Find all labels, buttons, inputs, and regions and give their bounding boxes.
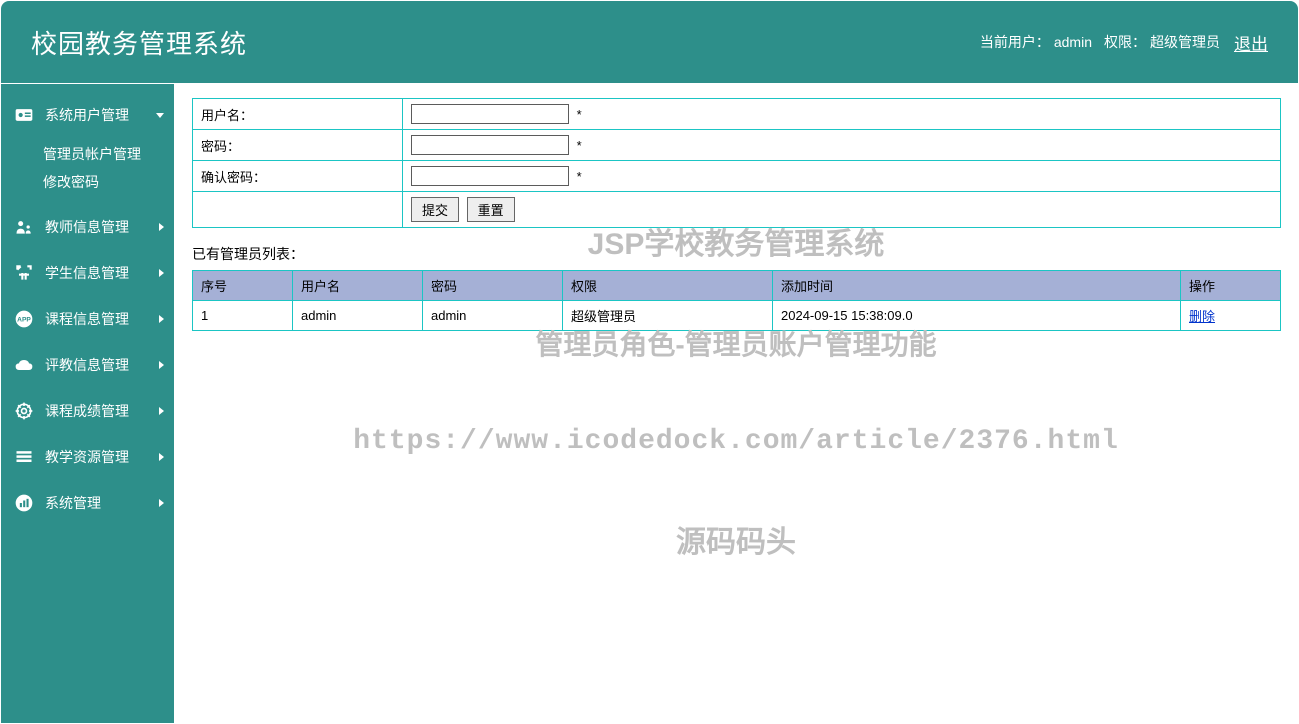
delete-link[interactable]: 删除 [1189, 309, 1215, 324]
reset-button[interactable]: 重置 [467, 197, 515, 222]
sidebar-item-label: 系统管理 [45, 493, 159, 513]
current-user-value: admin [1054, 34, 1092, 50]
header-user-info: 当前用户： admin 权限： 超级管理员 退出 [980, 30, 1268, 55]
sidebar-item-label: 系统用户管理 [45, 105, 156, 125]
th-password: 密码 [423, 271, 563, 301]
table-row: 1 admin admin 超级管理员 2024-09-15 15:38:09.… [193, 301, 1281, 331]
logout-link[interactable]: 退出 [1234, 30, 1268, 55]
chevron-right-icon [159, 269, 164, 277]
sidebar-item-user-mgmt[interactable]: 系统用户管理 [1, 92, 174, 138]
form-button-cell-left [193, 192, 403, 228]
sidebar-item-student-mgmt[interactable]: 学生信息管理 [1, 250, 174, 296]
sidebar-item-teacher-mgmt[interactable]: 教师信息管理 [1, 204, 174, 250]
cell-password: admin [423, 301, 563, 331]
main-content: 用户名： * 密码： * 确认密码： * [174, 84, 1299, 723]
th-add-time: 添加时间 [773, 271, 1181, 301]
gear-icon [13, 400, 35, 422]
username-input[interactable] [411, 104, 569, 124]
th-seq: 序号 [193, 271, 293, 301]
stack-icon [13, 446, 35, 468]
cell-username: admin [293, 301, 423, 331]
sidebar-item-grade-mgmt[interactable]: 课程成绩管理 [1, 388, 174, 434]
th-action: 操作 [1181, 271, 1281, 301]
user-card-icon [13, 104, 35, 126]
admin-list-title: 已有管理员列表： [192, 244, 1281, 264]
password-input[interactable] [411, 135, 569, 155]
chevron-down-icon [156, 113, 164, 118]
th-username: 用户名 [293, 271, 423, 301]
sidebar-item-label: 课程信息管理 [45, 309, 159, 329]
confirm-password-label: 确认密码： [193, 161, 403, 192]
sidebar-item-label: 学生信息管理 [45, 263, 159, 283]
cell-seq: 1 [193, 301, 293, 331]
role-label: 权限： [1104, 32, 1146, 52]
app-header: 校园教务管理系统 当前用户： admin 权限： 超级管理员 退出 [1, 1, 1298, 83]
chevron-right-icon [159, 361, 164, 369]
required-asterisk: * [577, 169, 582, 184]
sidebar-item-eval-mgmt[interactable]: 评教信息管理 [1, 342, 174, 388]
th-role: 权限 [563, 271, 773, 301]
submenu-user-mgmt: 管理员帐户管理 修改密码 [1, 138, 174, 204]
app-icon: APP [13, 308, 35, 330]
required-asterisk: * [577, 138, 582, 153]
role-value: 超级管理员 [1150, 32, 1220, 52]
sidebar-item-label: 课程成绩管理 [45, 401, 159, 421]
svg-text:APP: APP [17, 317, 31, 324]
confirm-password-input[interactable] [411, 166, 569, 186]
cell-role: 超级管理员 [563, 301, 773, 331]
cell-add-time: 2024-09-15 15:38:09.0 [773, 301, 1181, 331]
chevron-right-icon [159, 223, 164, 231]
current-user-label: 当前用户： [980, 32, 1050, 52]
arrows-icon [13, 262, 35, 284]
required-asterisk: * [577, 107, 582, 122]
sidebar-item-label: 教学资源管理 [45, 447, 159, 467]
password-label: 密码： [193, 130, 403, 161]
admin-form: 用户名： * 密码： * 确认密码： * [192, 98, 1281, 228]
sidebar: 系统用户管理 管理员帐户管理 修改密码 教师信息管理 学生信息管理 APP [1, 84, 174, 723]
sidebar-item-label: 教师信息管理 [45, 217, 159, 237]
submit-button[interactable]: 提交 [411, 197, 459, 222]
username-label: 用户名： [193, 99, 403, 130]
chevron-right-icon [159, 499, 164, 507]
cloud-icon [13, 354, 35, 376]
submenu-item-change-password[interactable]: 修改密码 [1, 168, 174, 196]
teacher-icon [13, 216, 35, 238]
sidebar-item-label: 评教信息管理 [45, 355, 159, 375]
submenu-item-admin-account[interactable]: 管理员帐户管理 [1, 140, 174, 168]
sidebar-item-system-mgmt[interactable]: 系统管理 [1, 480, 174, 526]
chevron-right-icon [159, 407, 164, 415]
admin-list-table: 序号 用户名 密码 权限 添加时间 操作 1 admin admin 超级管理员… [192, 270, 1281, 331]
app-title: 校园教务管理系统 [31, 24, 247, 61]
chevron-right-icon [159, 453, 164, 461]
chevron-right-icon [159, 315, 164, 323]
sidebar-item-course-mgmt[interactable]: APP 课程信息管理 [1, 296, 174, 342]
sidebar-item-resource-mgmt[interactable]: 教学资源管理 [1, 434, 174, 480]
chart-icon [13, 492, 35, 514]
